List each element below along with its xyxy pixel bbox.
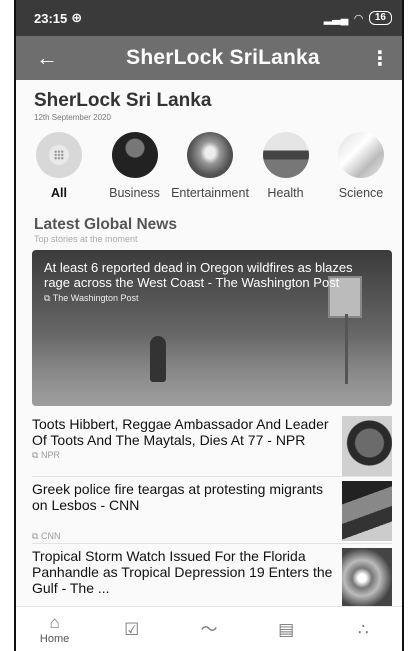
category-label: Science <box>338 186 384 200</box>
list-item[interactable]: Toots Hibbert, Reggae Ambassador And Lea… <box>32 412 392 477</box>
list-item[interactable]: Tropical Storm Watch Issued For the Flor… <box>32 544 392 612</box>
status-icons: ▂▃▄ ◠ 16 <box>324 11 392 25</box>
bottom-nav: ⌂ Home ☑ 〜 ▤ ∴ <box>16 606 402 651</box>
nav-more[interactable]: ∴ <box>338 621 388 638</box>
home-icon: ⌂ <box>49 612 60 632</box>
health-thumbnail <box>262 132 309 178</box>
article-thumbnail <box>342 416 392 476</box>
category-health[interactable]: Health <box>251 132 321 200</box>
nav-checked[interactable]: ☑ <box>107 621 157 638</box>
science-thumbnail <box>338 132 384 178</box>
article-thumbnail <box>342 548 392 608</box>
article-title: Tropical Storm Watch Issued For the Flor… <box>32 548 333 596</box>
brand-title: SherLock Sri Lanka <box>34 90 212 111</box>
section-title: Latest Global News <box>34 216 177 233</box>
category-label: All <box>51 186 67 200</box>
article-thumbnail <box>342 481 392 541</box>
date-label: 12th September 2020 <box>34 113 111 122</box>
category-label: Business <box>109 186 160 200</box>
article-title: Toots Hibbert, Reggae Ambassador And Lea… <box>32 416 329 448</box>
wifi-icon: ◠ <box>354 12 363 25</box>
trending-up-icon: 〜 <box>200 619 218 639</box>
signal-icon: ▂▃▄ <box>323 12 349 25</box>
message-icon: ▤ <box>278 619 295 639</box>
nav-trending[interactable]: 〜 <box>184 621 234 638</box>
nav-messages[interactable]: ▤ <box>261 621 311 638</box>
grid-icon <box>36 132 82 178</box>
category-science[interactable]: Science <box>326 132 396 200</box>
category-row: All Business Entertainment Health Scienc… <box>16 122 402 200</box>
app-bar: ← SherLock SriLanka ⋮ <box>16 36 402 80</box>
article-source: ⧉ NPR <box>32 450 60 460</box>
category-label: Health <box>267 186 304 200</box>
status-time: 23:15 ⊕ <box>34 10 83 26</box>
article-title: Greek police fire teargas at protesting … <box>32 481 324 513</box>
nav-home[interactable]: ⌂ Home <box>30 614 80 645</box>
category-label: Entertainment <box>171 186 249 200</box>
article-list: Toots Hibbert, Reggae Ambassador And Lea… <box>32 412 392 612</box>
article-source: ⧉ CNN <box>32 531 61 541</box>
section-subtitle: Top stories at the moment <box>34 234 138 244</box>
category-all[interactable]: All <box>24 132 94 200</box>
more-dots-icon: ∴ <box>357 619 369 639</box>
back-arrow-icon[interactable]: ← <box>36 45 76 71</box>
hero-source: ⧉ The Washington Post <box>44 293 139 303</box>
status-bar: 23:15 ⊕ ▂▃▄ ◠ 16 <box>16 0 402 36</box>
category-entertainment[interactable]: Entertainment <box>171 132 249 200</box>
entertainment-thumbnail <box>187 132 233 178</box>
check-box-icon: ☑ <box>124 619 140 639</box>
list-item[interactable]: Greek police fire teargas at protesting … <box>32 477 392 544</box>
phone-screen: 23:15 ⊕ ▂▃▄ ◠ 16 ← SherLock SriLanka ⋮ S… <box>14 0 404 651</box>
section-header: Latest Global News Top stories at the mo… <box>16 200 402 244</box>
person-silhouette <box>150 336 166 382</box>
business-thumbnail <box>111 132 158 178</box>
battery-icon: 16 <box>368 11 392 25</box>
link-icon: ⧉ <box>32 450 39 460</box>
link-icon: ⧉ <box>44 293 51 303</box>
link-icon: ⧉ <box>32 531 39 541</box>
hero-article-card[interactable]: At least 6 reported dead in Oregon wildf… <box>32 250 392 406</box>
more-vert-icon[interactable]: ⋮ <box>370 46 390 71</box>
hero-headline: At least 6 reported dead in Oregon wildf… <box>44 260 353 290</box>
page-header: SherLock Sri Lanka 12th September 2020 <box>16 80 402 122</box>
category-business[interactable]: Business <box>100 132 170 200</box>
nav-home-label: Home <box>39 632 70 645</box>
notification-icon: ⊕ <box>71 10 83 25</box>
app-title: SherLock SriLanka <box>126 46 320 69</box>
